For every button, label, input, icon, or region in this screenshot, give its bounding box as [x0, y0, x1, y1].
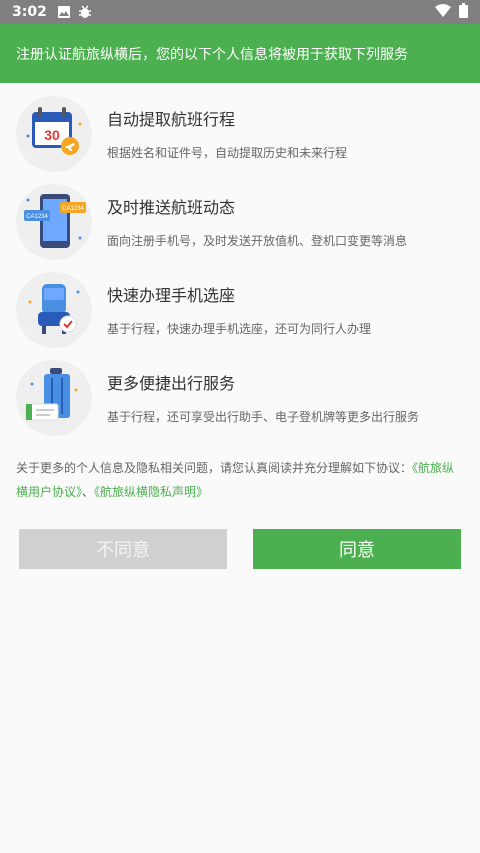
- info-banner: 注册认证航旅纵横后，您的以下个人信息将被用于获取下列服务: [0, 24, 480, 83]
- feature-item: CA1234 CA1234 及时推送航班动态 面向注册手机号，及时发送开放值机、…: [0, 180, 480, 268]
- agreement-text: 关于更多的个人信息及隐私相关问题，请您认真阅读并充分理解如下协议：《航旅纵横用户…: [16, 456, 464, 504]
- bug-icon: [77, 4, 93, 20]
- calendar-plane-icon: 30: [16, 96, 92, 172]
- feature-item: 30 自动提取航班行程 根据姓名和证件号，自动提取历史和未来行程: [0, 92, 480, 180]
- seat-check-icon: [16, 272, 92, 348]
- ticket-text: CA1234: [62, 206, 84, 212]
- feature-item: 快速办理手机选座 基于行程，快速办理手机选座，还可为同行人办理: [0, 268, 480, 356]
- wifi-icon: [435, 3, 451, 21]
- battery-icon: [459, 2, 468, 22]
- agreement-separator: 、: [82, 485, 95, 499]
- status-time: 3:02: [12, 4, 47, 20]
- image-icon: [57, 5, 71, 19]
- feature-item: 更多便捷出行服务 基于行程，还可享受出行助手、电子登机牌等更多出行服务: [0, 356, 480, 444]
- feature-title: 快速办理手机选座: [107, 286, 236, 305]
- feature-desc: 根据姓名和证件号，自动提取历史和未来行程: [107, 146, 348, 160]
- luggage-ticket-icon: [16, 360, 92, 436]
- feature-title: 及时推送航班动态: [107, 198, 236, 217]
- disagree-button[interactable]: 不同意: [19, 529, 227, 569]
- phone-flight-ticket-icon: CA1234 CA1234: [16, 184, 92, 260]
- feature-desc: 面向注册手机号，及时发送开放值机、登机口变更等消息: [107, 234, 408, 248]
- feature-title: 更多便捷出行服务: [107, 374, 236, 393]
- feature-title: 自动提取航班行程: [107, 110, 236, 129]
- feature-desc: 基于行程，快速办理手机选座，还可为同行人办理: [107, 322, 372, 336]
- calendar-day: 30: [44, 127, 60, 143]
- agreement-intro: 关于更多的个人信息及隐私相关问题，请您认真阅读并充分理解如下协议：: [16, 461, 413, 475]
- status-bar: 3:02: [0, 0, 480, 24]
- agree-button[interactable]: 同意: [253, 529, 461, 569]
- banner-text: 注册认证航旅纵横后，您的以下个人信息将被用于获取下列服务: [16, 46, 408, 63]
- ticket-text: CA1234: [26, 214, 48, 220]
- privacy-statement-link[interactable]: 《航旅纵横隐私声明》: [94, 485, 208, 499]
- feature-desc: 基于行程，还可享受出行助手、电子登机牌等更多出行服务: [107, 410, 420, 424]
